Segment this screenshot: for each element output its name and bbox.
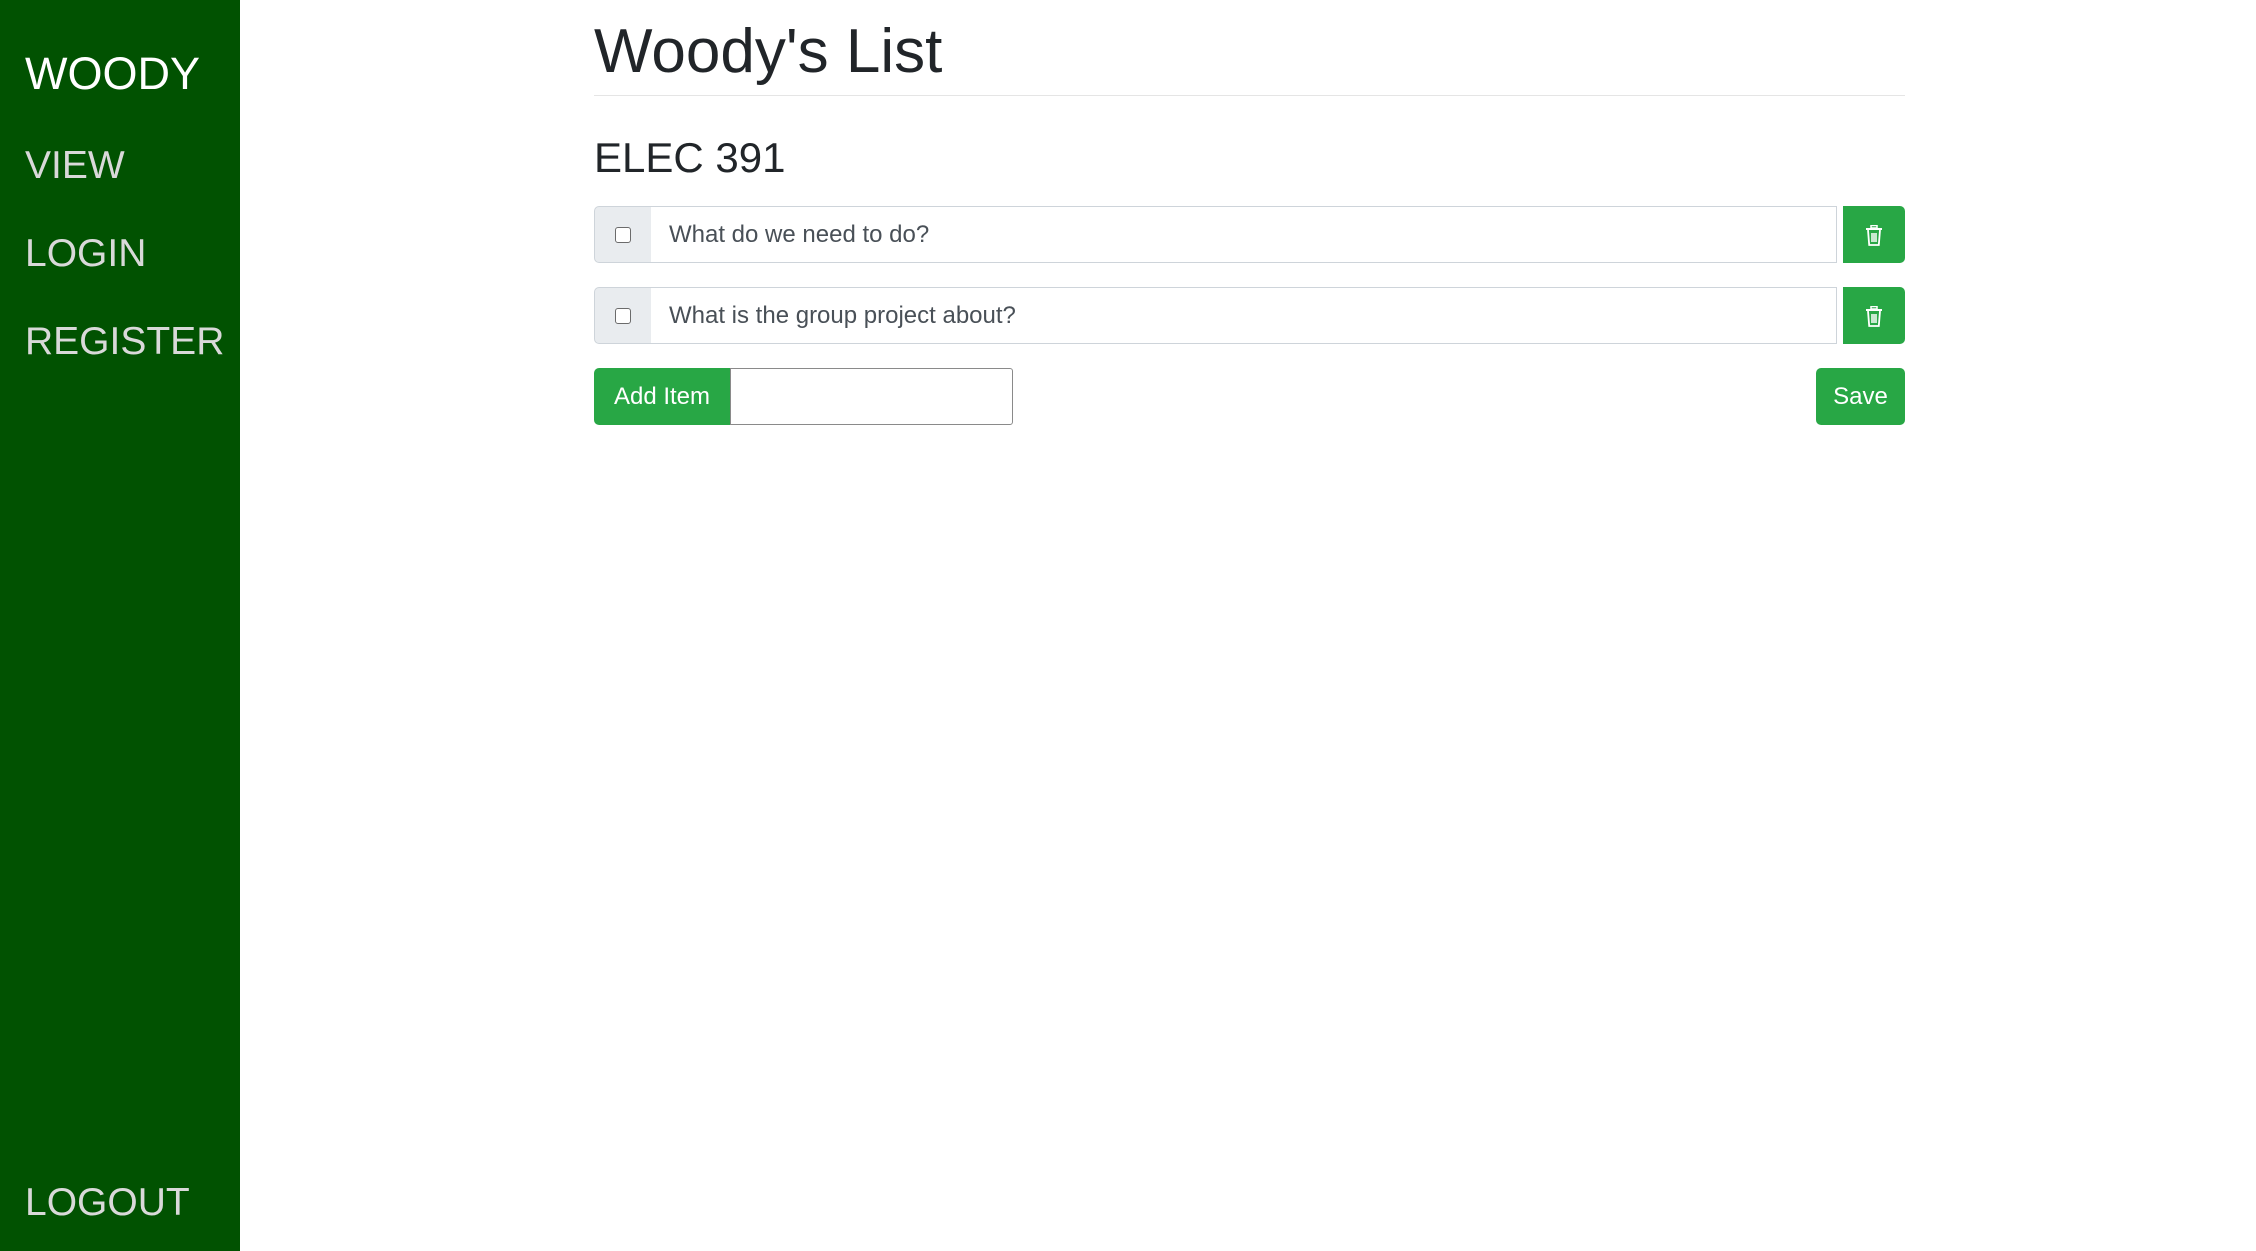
list-title: ELEC 391 [594, 134, 786, 181]
list-item: What is the group project about? [594, 287, 1905, 344]
delete-item-button[interactable] [1843, 287, 1905, 344]
page-title: Woody's List [594, 17, 943, 86]
item-text-field[interactable]: What is the group project about? [651, 287, 1837, 344]
checkbox-addon [594, 287, 652, 344]
item-checkbox[interactable] [615, 308, 631, 324]
title-divider [594, 95, 1905, 96]
item-checkbox[interactable] [615, 227, 631, 243]
sidebar: WOODY VIEW LOGIN REGISTER LOGOUT [0, 0, 240, 1251]
nav-login-link[interactable]: LOGIN [25, 229, 146, 279]
list-item: What do we need to do? [594, 206, 1905, 263]
new-item-input[interactable] [730, 368, 1013, 425]
item-text-field[interactable]: What do we need to do? [651, 206, 1837, 263]
brand-link[interactable]: WOODY [25, 45, 200, 103]
nav-view-link[interactable]: VIEW [25, 141, 125, 191]
save-button[interactable]: Save [1816, 368, 1905, 425]
trash-icon [1866, 306, 1882, 327]
delete-item-button[interactable] [1843, 206, 1905, 263]
add-item-button[interactable]: Add Item [594, 368, 730, 425]
nav-logout-link[interactable]: LOGOUT [25, 1178, 190, 1228]
checkbox-addon [594, 206, 652, 263]
trash-icon [1866, 225, 1882, 246]
nav-register-link[interactable]: REGISTER [25, 317, 224, 367]
